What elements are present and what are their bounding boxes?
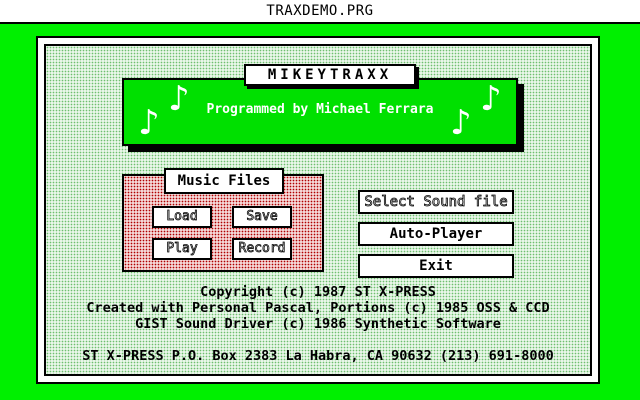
record-button[interactable]: Record [232, 238, 292, 260]
save-button[interactable]: Save [232, 206, 292, 228]
play-button[interactable]: Play [152, 238, 212, 260]
music-note-icon: ♪ [480, 79, 502, 119]
dialog-panel: MIKEYTRAXX ♪ ♪ Programmed by Michael Fer… [44, 44, 592, 376]
load-button[interactable]: Load [152, 206, 212, 228]
credits-block: Copyright (c) 1987 ST X-PRESS Created wi… [46, 284, 590, 332]
exit-button[interactable]: Exit [358, 254, 514, 278]
music-note-icon: ♪ [450, 103, 472, 143]
main-dialog: MIKEYTRAXX ♪ ♪ Programmed by Michael Fer… [36, 36, 600, 384]
title-banner: ♪ ♪ Programmed by Michael Ferrara ♪ ♪ [122, 78, 518, 146]
copyright-line: Copyright (c) 1987 ST X-PRESS [200, 284, 436, 300]
created-with-line: Created with Personal Pascal, Portions (… [86, 300, 550, 316]
music-files-title: Music Files [164, 168, 284, 194]
select-sound-file-button[interactable]: Select Sound file [358, 190, 514, 214]
sound-driver-line: GIST Sound Driver (c) 1986 Synthetic Sof… [135, 316, 501, 332]
auto-player-button[interactable]: Auto-Player [358, 222, 514, 246]
address-line: ST X-PRESS P.O. Box 2383 La Habra, CA 90… [82, 348, 554, 364]
window-title: TRAXDEMO.PRG [266, 3, 374, 19]
app-title: MIKEYTRAXX [244, 64, 416, 86]
window-title-bar[interactable]: TRAXDEMO.PRG [0, 0, 640, 24]
